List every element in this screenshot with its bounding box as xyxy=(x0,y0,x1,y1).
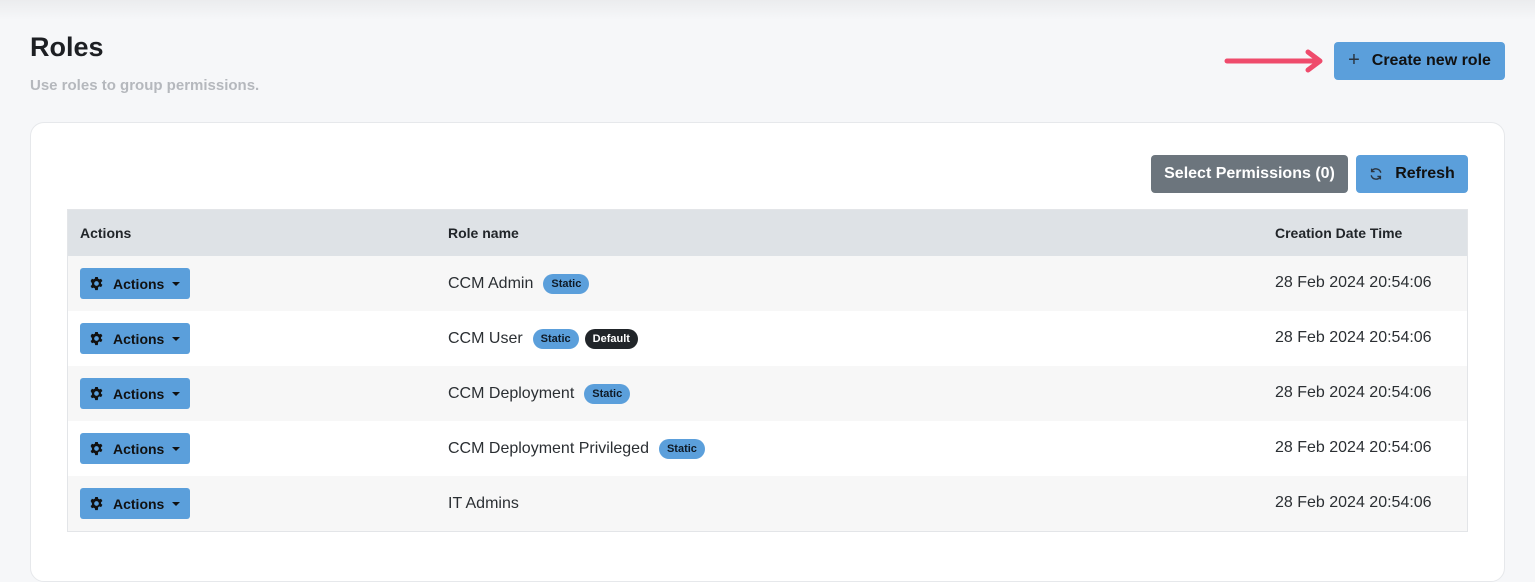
select-permissions-button[interactable]: Select Permissions (0) xyxy=(1151,155,1348,193)
actions-dropdown-button[interactable]: Actions xyxy=(80,433,190,464)
gear-icon xyxy=(89,441,104,456)
gear-icon xyxy=(89,331,104,346)
table-header: Actions Role name Creation Date Time xyxy=(68,210,1467,256)
role-name-cell: CCM Admin Static xyxy=(448,256,595,311)
badge-static: Static xyxy=(532,328,579,349)
role-name-cell: IT Admins xyxy=(448,476,529,531)
page-subtitle: Use roles to group permissions. xyxy=(30,77,260,94)
actions-dropdown-button[interactable]: Actions xyxy=(80,323,190,354)
refresh-icon xyxy=(1370,168,1382,180)
actions-dropdown-button[interactable]: Actions xyxy=(80,268,190,299)
caret-down-icon xyxy=(172,391,181,396)
actions-label: Actions xyxy=(113,495,165,512)
role-name-cell: CCM User Static Default xyxy=(448,311,644,366)
role-name: CCM Deployment Privileged xyxy=(448,439,649,457)
creation-date-cell: 28 Feb 2024 20:54:06 xyxy=(1275,274,1432,291)
caret-down-icon xyxy=(172,446,181,451)
role-name-cell: CCM Deployment Privileged Static xyxy=(448,421,711,476)
actions-label: Actions xyxy=(113,330,165,347)
creation-date-cell: 28 Feb 2024 20:54:06 xyxy=(1275,329,1432,346)
refresh-button[interactable]: Refresh xyxy=(1356,155,1468,193)
table-row: Actions CCM User Static Default 28 Feb 2024 … xyxy=(68,311,1467,366)
badge-static: Static xyxy=(584,383,631,404)
actions-label: Actions xyxy=(113,385,165,402)
actions-label: Actions xyxy=(113,440,165,457)
creation-date-cell: 28 Feb 2024 20:54:06 xyxy=(1275,439,1432,456)
caret-down-icon xyxy=(172,501,181,506)
actions-dropdown-button[interactable]: Actions xyxy=(80,378,190,409)
table-row: Actions IT Admins 28 Feb 2024 20:54:06 xyxy=(68,476,1467,531)
actions-dropdown-button[interactable]: Actions xyxy=(80,488,190,519)
column-header-actions: Actions xyxy=(80,225,132,241)
badge-default: Default xyxy=(584,328,638,349)
badge-static: Static xyxy=(543,273,590,294)
column-header-creation-date: Creation Date Time xyxy=(1275,225,1403,241)
caret-down-icon xyxy=(172,336,181,341)
gear-icon xyxy=(89,276,104,291)
creation-date-cell: 28 Feb 2024 20:54:06 xyxy=(1275,384,1432,401)
creation-date-cell: 28 Feb 2024 20:54:06 xyxy=(1275,494,1432,511)
create-role-button[interactable]: + Create new role xyxy=(1334,42,1505,80)
page-title: Roles xyxy=(30,32,104,62)
gear-icon xyxy=(89,496,104,511)
roles-table: Actions Role name Creation Date Time Act… xyxy=(67,209,1468,532)
table-row: Actions CCM Admin Static 28 Feb 2024 20:54:… xyxy=(68,256,1467,311)
role-name: CCM Admin xyxy=(448,274,534,292)
role-name: CCM Deployment xyxy=(448,384,575,402)
table-row: Actions CCM Deployment Privileged Static 28… xyxy=(68,421,1467,476)
caret-down-icon xyxy=(172,281,181,286)
gear-icon xyxy=(89,386,104,401)
role-name: CCM User xyxy=(448,329,523,347)
table-row: Actions CCM Deployment Static 28 Feb 2024 2… xyxy=(68,366,1467,421)
role-name-cell: CCM Deployment Static xyxy=(448,366,636,421)
badge-static: Static xyxy=(658,438,705,459)
top-shadow xyxy=(0,0,1535,20)
refresh-label: Refresh xyxy=(1395,165,1455,182)
column-header-role-name: Role name xyxy=(448,225,519,241)
table-body: Actions CCM Admin Static 28 Feb 2024 20:54:… xyxy=(68,256,1467,531)
create-role-label: Create new role xyxy=(1371,52,1491,69)
actions-label: Actions xyxy=(113,275,165,292)
arrow-icon xyxy=(1224,49,1323,73)
plus-icon: + xyxy=(1348,48,1360,71)
role-name: IT Admins xyxy=(448,494,519,512)
